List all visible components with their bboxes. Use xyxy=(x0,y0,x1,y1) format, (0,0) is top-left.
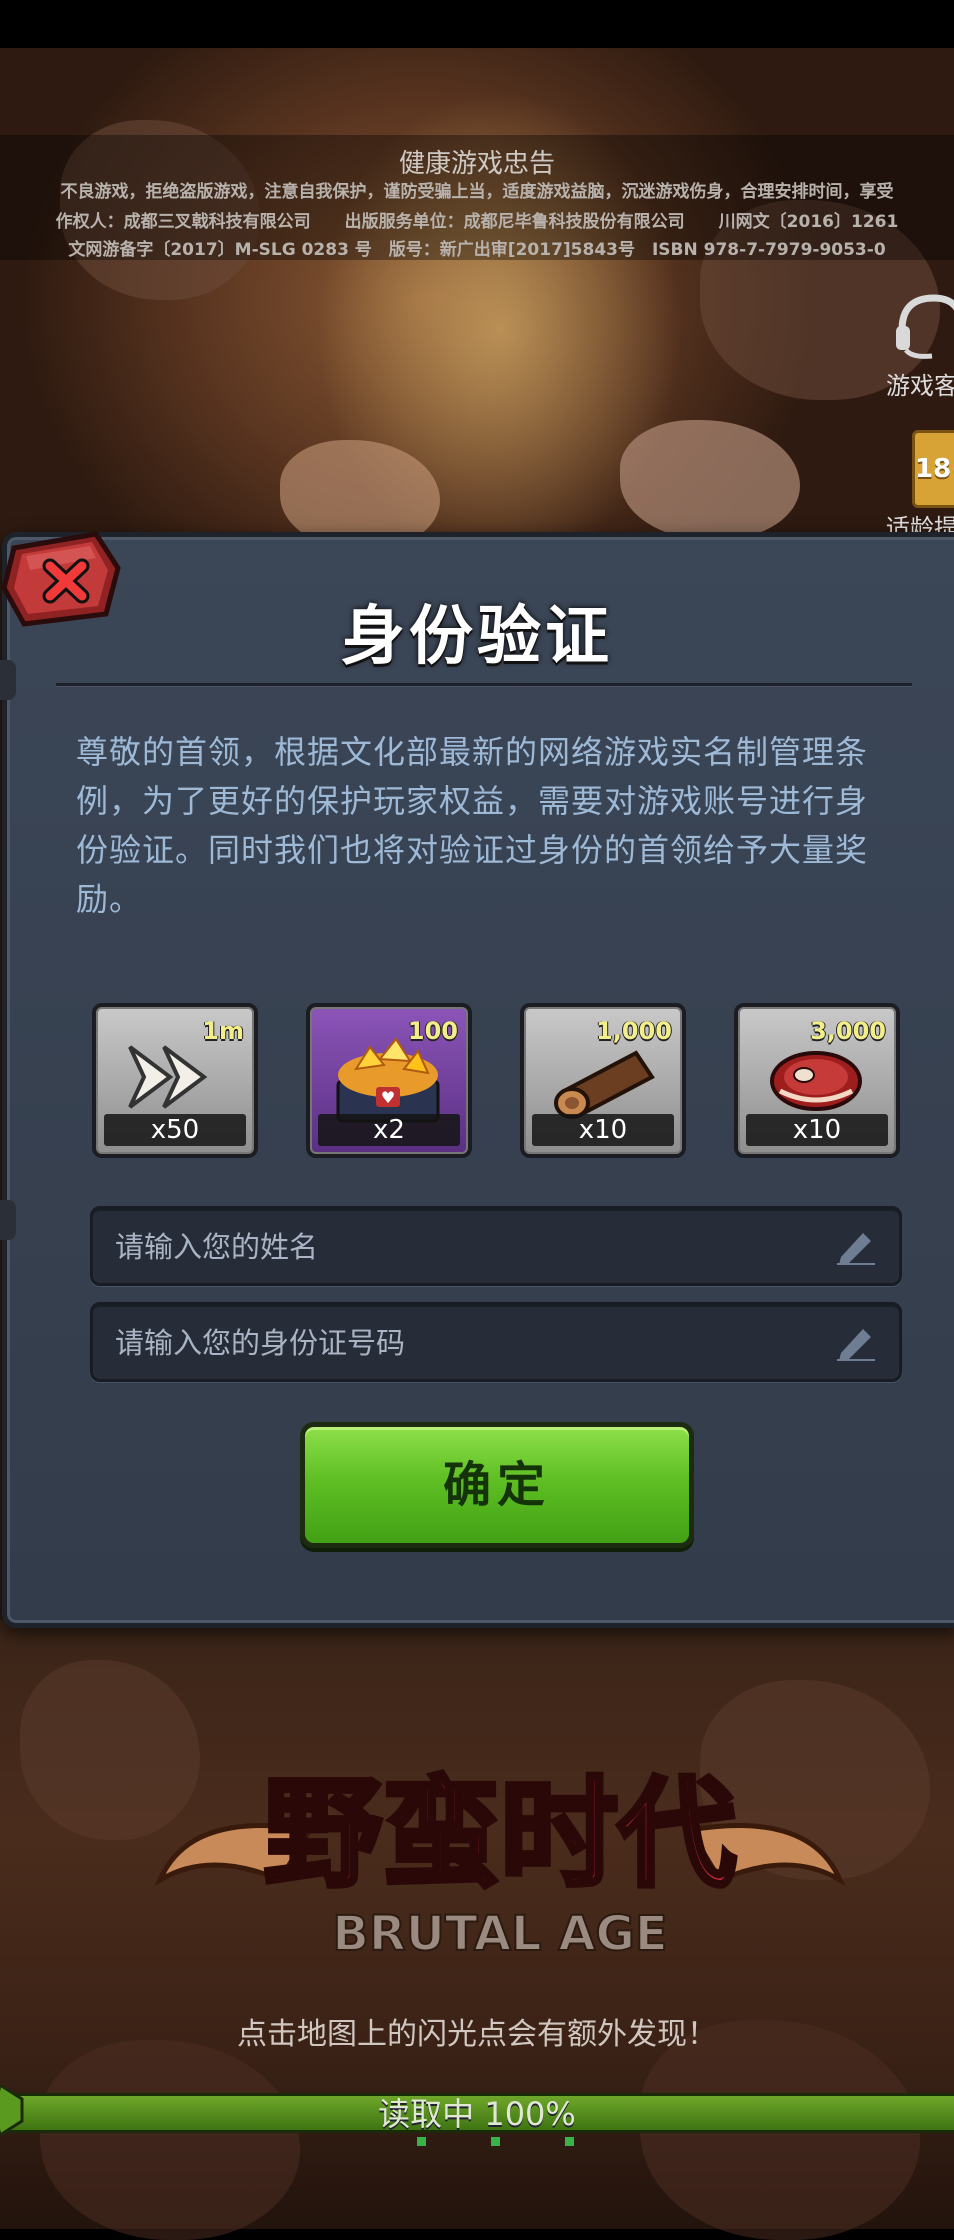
reward-badge: 100 xyxy=(407,1017,458,1045)
reward-item-wood[interactable]: 1,000 x10 xyxy=(520,1003,686,1158)
meat-icon xyxy=(770,1051,862,1111)
id-number-field xyxy=(90,1302,902,1382)
horns-emblem: 野蛮时代 BRUTAL AGE xyxy=(154,1763,846,1963)
page-dot xyxy=(491,2137,500,2146)
pencil-icon xyxy=(837,1233,875,1265)
dialog-title: 身份验证 xyxy=(341,600,613,674)
progress-text: 读取中 100% xyxy=(378,2095,576,2133)
notice-title: 健康游戏忠告 xyxy=(398,149,555,179)
loading-progress: 读取中 100% xyxy=(0,2083,954,2137)
name-field xyxy=(90,1206,902,1286)
reward-badge: 3,000 xyxy=(810,1017,886,1045)
reward-item-meat[interactable]: 3,000 x10 xyxy=(734,1003,900,1158)
name-input[interactable] xyxy=(113,1209,817,1285)
status-bar xyxy=(0,0,954,48)
loading-tip: 点击地图上的闪光点会有额外发现！ xyxy=(237,2017,717,2052)
reward-quantity: x2 xyxy=(318,1114,460,1146)
page-dot xyxy=(565,2137,574,2146)
reward-badge: 1m xyxy=(202,1017,244,1045)
page-dot xyxy=(417,2137,426,2146)
age-rating-badge[interactable]: 18+ xyxy=(912,430,954,508)
reward-item-speedup[interactable]: 1m x50 xyxy=(92,1003,258,1158)
svg-text:♥: ♥ xyxy=(381,1088,395,1107)
title-divider xyxy=(56,683,912,687)
reward-quantity: x10 xyxy=(746,1114,888,1146)
dialog-hinge-bottom xyxy=(0,1200,16,1240)
reward-quantity: x50 xyxy=(104,1114,246,1146)
notice-line-1: 不良游戏，拒绝盗版游戏，注意自我保护，谨防受骗上当，适度游戏益脑，沉迷游戏伤身，… xyxy=(60,182,894,202)
logo-en-text: BRUTAL AGE xyxy=(332,1906,667,1962)
wood-log-icon xyxy=(554,1050,655,1119)
pencil-icon xyxy=(837,1329,875,1361)
logo-cn-text: 野蛮时代 xyxy=(264,1765,736,1903)
notice-line-3: 文网游备字〔2017〕M-SLG 0283 号 版号：新广出审[2017]584… xyxy=(68,240,886,260)
reward-item-gems[interactable]: ♥ 100 x2 xyxy=(306,1003,472,1158)
id-number-input[interactable] xyxy=(113,1305,817,1381)
notice-line-2: 作权人：成都三叉戟科技有限公司 出版服务单位：成都尼毕鲁科技股份有限公司 川网文… xyxy=(55,212,899,232)
reward-quantity: x10 xyxy=(532,1114,674,1146)
verification-description: 尊敬的首领，根据文化部最新的网络游戏实名制管理条例，为了更好的保护玩家权益，需要… xyxy=(76,733,869,918)
headset-icon xyxy=(896,294,954,359)
brutal-age-logo: 野蛮时代 BRUTAL AGE xyxy=(150,1750,850,1970)
customer-service-button[interactable] xyxy=(892,290,954,360)
health-game-notice: 健康游戏忠告 不良游戏，拒绝盗版游戏，注意自我保护，谨防受骗上当，适度游戏益脑，… xyxy=(0,135,954,260)
confirm-button[interactable]: 确定 xyxy=(300,1422,694,1548)
customer-service-label: 游戏客 xyxy=(886,372,954,400)
reward-badge: 1,000 xyxy=(596,1017,672,1045)
speedup-arrow-icon xyxy=(128,1045,208,1109)
